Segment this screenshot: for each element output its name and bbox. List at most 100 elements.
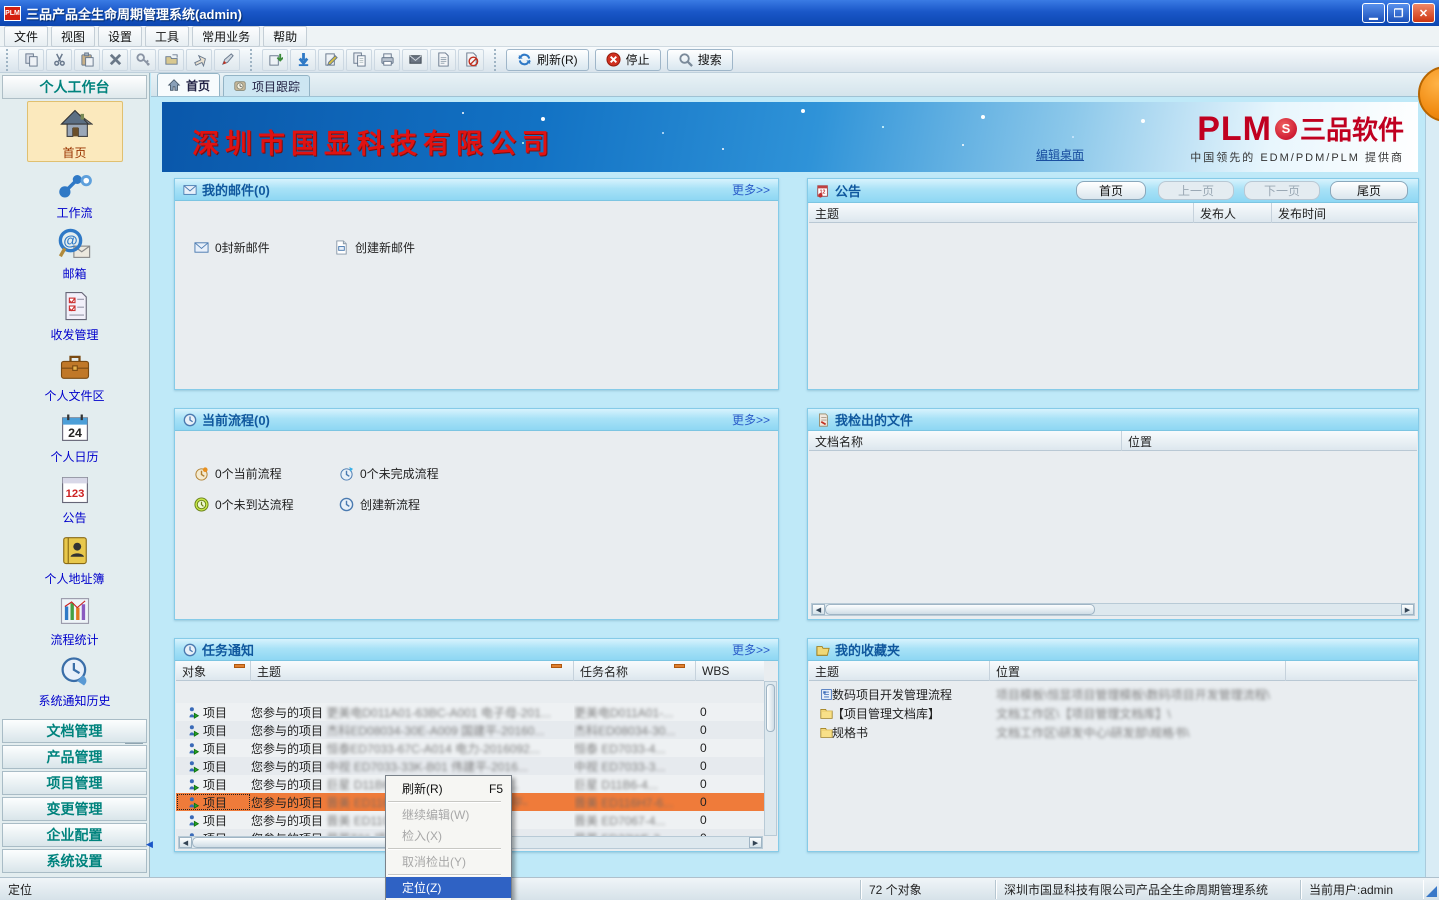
column-header[interactable]: 主题 — [251, 661, 574, 681]
context-menu-item[interactable]: 定位(Z) — [386, 877, 511, 898]
task-row[interactable]: 项目 您参与的项目 更美电D011A01-63BC-A001 电子母-201..… — [176, 703, 764, 721]
sidebar-module-button[interactable]: 变更管理 — [2, 797, 147, 821]
toolbar-button[interactable] — [46, 49, 72, 71]
menu-item[interactable]: 视图 — [51, 26, 95, 47]
resize-grip[interactable] — [1423, 880, 1439, 899]
scroll-left-icon[interactable]: ◀ — [812, 604, 825, 615]
favorite-row[interactable]: 规格书 文档工作区\研发中心\研发部\规格书\ — [809, 723, 1417, 742]
sidebar-module-button[interactable]: 文档管理 — [2, 719, 147, 743]
vertical-scrollbar[interactable] — [764, 681, 777, 836]
task-row[interactable]: 项目 您参与的项目 恒泰ED7033-67C-A014 电力-2016092..… — [176, 739, 764, 757]
flow-quick-item[interactable]: 创建新流程 — [339, 496, 484, 513]
sidebar-item[interactable]: 首页 — [27, 101, 123, 162]
flow-quick-item[interactable]: 0个未到达流程 — [194, 496, 339, 513]
splitter-collapse-icon[interactable]: ◀ — [146, 838, 154, 850]
column-header[interactable] — [1286, 661, 1417, 681]
horizontal-scrollbar[interactable]: ◀ ▶ — [811, 603, 1415, 616]
column-header[interactable]: 文档名称 — [809, 431, 1122, 451]
sidebar-item[interactable]: 个人地址簿 — [0, 528, 149, 589]
scroll-left-icon[interactable]: ◀ — [179, 837, 192, 848]
toolbar-action-button[interactable]: 搜索 — [667, 49, 733, 71]
column-header[interactable]: 位置 — [1122, 431, 1417, 451]
toolbar-button[interactable] — [18, 49, 44, 71]
context-menu-item[interactable]: 刷新(R) F5 — [386, 778, 511, 799]
sidebar-item[interactable]: @ 邮箱 — [0, 223, 149, 284]
edit-desktop-link[interactable]: 编辑桌面 — [1036, 146, 1084, 163]
toolbar-action-button[interactable]: 停止 — [595, 49, 661, 71]
scrollbar-thumb[interactable] — [766, 684, 775, 732]
sidebar-module-button[interactable]: 项目管理 — [2, 771, 147, 795]
refresh-icon — [517, 52, 537, 67]
toolbar-button[interactable] — [290, 49, 316, 71]
sidebar-item[interactable]: 个人文件区 — [0, 345, 149, 406]
sidebar-module-button[interactable]: 产品管理 — [2, 745, 147, 769]
menu-item[interactable]: 常用业务 — [192, 26, 260, 47]
restore-button[interactable]: ❐ — [1387, 3, 1410, 23]
toolbar-button[interactable] — [262, 49, 288, 71]
sidebar-item[interactable]: 收发管理 — [0, 284, 149, 345]
flow-quick-item[interactable]: 0个未完成流程 — [339, 465, 484, 482]
toolbar-button[interactable] — [402, 49, 428, 71]
scrollbar-thumb[interactable] — [192, 837, 402, 848]
menu-item[interactable]: 工具 — [145, 26, 189, 47]
sidebar-item[interactable]: 工作流 — [0, 162, 149, 223]
sidebar-item[interactable]: 24 个人日历 — [0, 406, 149, 467]
favorite-row[interactable]: 数码项目开发管理流程 项目模板\恒显项目管理模板\数码项目开发管理流程\ — [809, 685, 1417, 704]
column-header[interactable]: 位置 — [990, 661, 1286, 681]
favorite-row[interactable]: 【项目管理文档库】 文档工作区\【项目管理文档库】\ — [809, 704, 1417, 723]
main-content: 深圳市国显科技有限公司 编辑桌面 PLM S 三品软件 中国领先的 EDM/PD… — [151, 97, 1439, 877]
task-row[interactable]: 项目 您参与的项目 杰科ED08034-30E-A009 国建平-20160..… — [176, 721, 764, 739]
sidebar-module-button[interactable]: 系统设置 — [2, 849, 147, 873]
scroll-right-icon[interactable]: ▶ — [749, 837, 762, 848]
toolbar-button[interactable] — [346, 49, 372, 71]
sidebar-module-button[interactable]: 企业配置 — [2, 823, 147, 847]
toolbar-button[interactable] — [458, 49, 484, 71]
announce-last-button[interactable]: 尾页 — [1330, 181, 1408, 200]
mail-more-link[interactable]: 更多>> — [732, 181, 770, 198]
sidebar-item[interactable]: 流程统计 — [0, 589, 149, 650]
flow-quick-item[interactable]: 0个当前流程 — [194, 465, 339, 482]
main-vertical-scrollbar[interactable] — [1425, 97, 1439, 877]
sidebar-item[interactable]: 系统通知历史 — [0, 650, 149, 711]
tab[interactable]: 首页 — [157, 73, 220, 96]
announce-prev-button[interactable]: 上一页 — [1158, 181, 1234, 200]
minimize-button[interactable]: ▁ — [1362, 3, 1385, 23]
column-header[interactable]: 主题 — [809, 661, 990, 681]
menu-item[interactable]: 文件 — [4, 26, 48, 47]
flows-more-link[interactable]: 更多>> — [732, 411, 770, 428]
context-menu-item[interactable]: 取消检出(Y) — [386, 851, 511, 872]
toolbar-button[interactable] — [102, 49, 128, 71]
column-header[interactable]: 任务名称 — [574, 661, 696, 681]
toolbar-button[interactable] — [430, 49, 456, 71]
column-header[interactable]: 发布时间 — [1272, 203, 1417, 223]
sidebar-item[interactable]: 123 公告 — [0, 467, 149, 528]
briefcase-icon — [56, 348, 94, 386]
toolbar-button[interactable] — [374, 49, 400, 71]
context-menu-item[interactable]: 继续编辑(W) — [386, 804, 511, 825]
toolbar-button[interactable] — [130, 49, 156, 71]
announce-first-button[interactable]: 首页 — [1076, 181, 1146, 200]
status-current-user: 当前用户:admin — [1301, 880, 1423, 899]
toolbar-button[interactable] — [158, 49, 184, 71]
context-menu-item[interactable]: 检入(X) — [386, 825, 511, 846]
mail-quick-item[interactable]: 创建新邮件 — [334, 239, 474, 256]
toolbar-button[interactable] — [186, 49, 212, 71]
menu-item[interactable]: 设置 — [98, 26, 142, 47]
announce-next-button[interactable]: 下一页 — [1244, 181, 1320, 200]
column-header[interactable]: 发布人 — [1194, 203, 1272, 223]
toolbar-action-button[interactable]: 刷新(R) — [506, 49, 589, 71]
toolbar-button[interactable] — [74, 49, 100, 71]
column-header[interactable]: 对象 — [176, 661, 251, 681]
scroll-right-icon[interactable]: ▶ — [1401, 604, 1414, 615]
tasks-more-link[interactable]: 更多>> — [732, 641, 770, 658]
column-header[interactable]: 主题 — [809, 203, 1194, 223]
menu-item[interactable]: 帮助 — [263, 26, 307, 47]
mail-quick-item[interactable]: 0封新邮件 — [194, 239, 334, 256]
scrollbar-thumb[interactable] — [825, 604, 1095, 615]
column-header[interactable]: WBS — [696, 661, 766, 681]
tab[interactable]: 项目跟踪 — [223, 75, 310, 96]
toolbar-button[interactable] — [318, 49, 344, 71]
toolbar-button[interactable] — [214, 49, 240, 71]
task-row[interactable]: 项目 您参与的项目 中视 ED7033-33K-B01 伟建平-2016... … — [176, 757, 764, 775]
close-button[interactable]: ✕ — [1412, 3, 1435, 23]
